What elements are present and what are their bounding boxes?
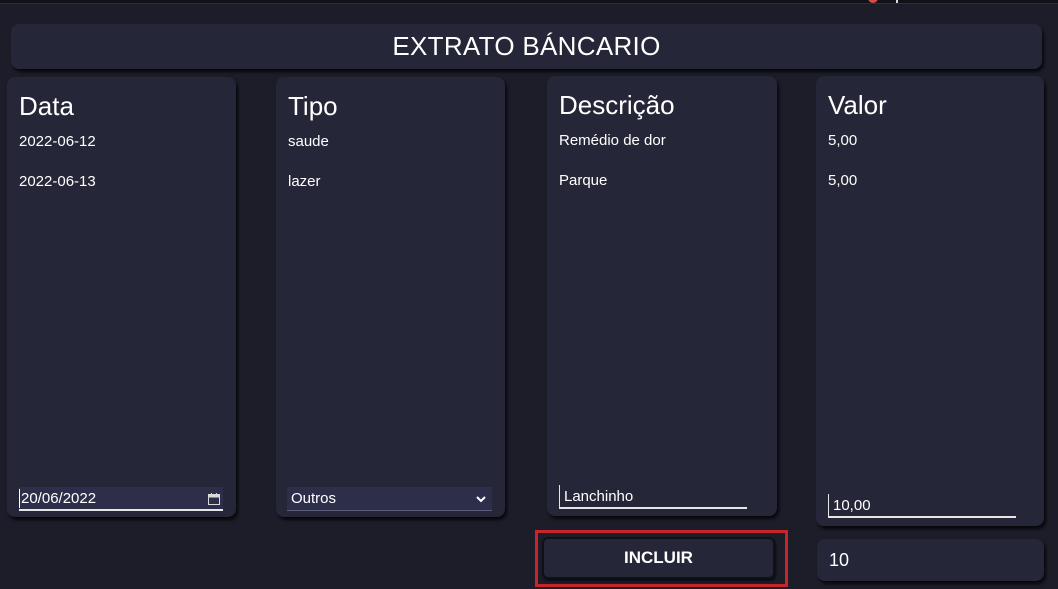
incluir-button-label: INCLUIR (624, 548, 693, 567)
page-title: EXTRATO BÁNCARIO (392, 31, 661, 61)
extrato-page: EXTRATO BÁNCARIO Data 2022-06-12 2022-06… (0, 0, 1058, 589)
column-descricao: Descrição Remédio de dor Parque Lanchinh… (547, 76, 777, 516)
top-strip (0, 0, 1058, 4)
date-field-value: 20/06/2022 (21, 489, 97, 507)
list-item: 5,00 (828, 132, 858, 149)
descricao-list: Remédio de dor Parque (559, 132, 666, 212)
tipo-select-value: Outros (291, 490, 337, 507)
column-tipo: Tipo saude lazer Outros (276, 77, 505, 517)
column-heading-data: Data (19, 91, 74, 121)
date-field[interactable]: 20/06/2022 (19, 487, 223, 511)
valor-field-value: 10,00 (833, 496, 871, 514)
list-item: 5,00 (828, 172, 858, 189)
list-item: saude (288, 133, 329, 150)
column-heading-valor: Valor (828, 90, 887, 120)
valor-field[interactable]: 10,00 (828, 494, 1016, 518)
list-item: Remédio de dor (559, 132, 666, 149)
calendar-icon[interactable] (208, 492, 220, 505)
column-valor: Valor 5,00 5,00 10,00 (816, 76, 1044, 526)
list-item: 2022-06-13 (19, 173, 96, 190)
total-value: 10 (829, 549, 850, 570)
descricao-field-value: Lanchinho (564, 487, 634, 505)
descricao-field[interactable]: Lanchinho (559, 485, 747, 509)
valor-list: 5,00 5,00 (828, 132, 857, 212)
top-indicator-dot (868, 0, 878, 3)
total-box: 10 (817, 539, 1044, 581)
list-item: Parque (559, 172, 608, 189)
column-heading-tipo: Tipo (288, 91, 338, 121)
title-bar: EXTRATO BÁNCARIO (11, 24, 1042, 69)
tipo-list: saude lazer (288, 133, 329, 213)
column-heading-descricao: Descrição (559, 90, 675, 120)
text-cursor (19, 489, 20, 508)
incluir-button[interactable]: INCLUIR (542, 537, 775, 579)
tipo-select[interactable]: Outros (287, 487, 492, 511)
data-list: 2022-06-12 2022-06-13 (19, 133, 96, 213)
list-item: 2022-06-12 (19, 133, 96, 150)
column-data: Data 2022-06-12 2022-06-13 20/06/2022 (7, 77, 236, 517)
top-indicator-tick (896, 0, 898, 3)
list-item: lazer (288, 173, 321, 190)
chevron-down-icon[interactable] (474, 492, 488, 506)
